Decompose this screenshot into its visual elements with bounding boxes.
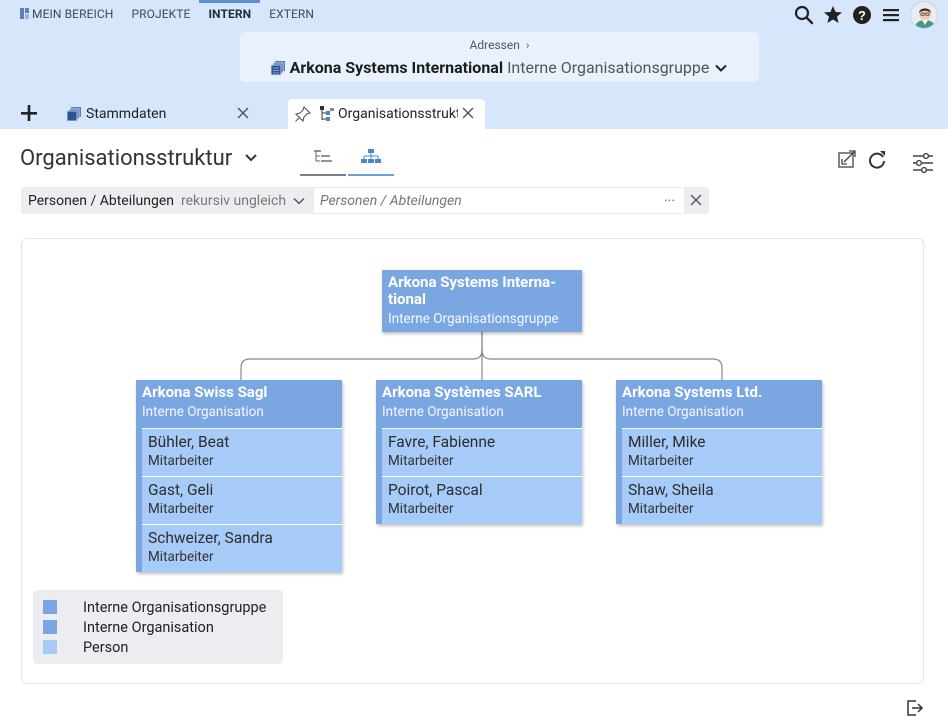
node-type: Interne Organisation [142, 404, 264, 420]
export-icon[interactable] [904, 698, 924, 718]
person-role: Mitarbeiter [148, 549, 214, 565]
legend: Interne Organisationsgruppe Interne Orga… [33, 590, 283, 664]
person-name: Favre, Fabienne [388, 433, 496, 451]
node-name: Arkona Systèmes SARL [382, 383, 542, 401]
org-node-unit[interactable]: Arkona Swiss Sagl Interne Organisation B… [136, 380, 342, 572]
person-role: Mitarbeiter [388, 453, 454, 469]
person-name: Poirot, Pascal [388, 481, 483, 499]
person-node[interactable]: Bühler, Beat Mitarbeiter [142, 428, 342, 476]
person-node[interactable]: Favre, Fabienne Mitarbeiter [382, 428, 582, 476]
node-type: Interne Organisation [382, 404, 504, 420]
node-name: Arkona Systems Ltd. [622, 383, 763, 401]
org-node-unit[interactable]: Arkona Systèmes SARL Interne Organisatio… [376, 380, 582, 524]
person-name: Bühler, Beat [148, 433, 230, 451]
legend-item: Interne Organisation [43, 618, 214, 636]
person-node[interactable]: Shaw, Sheila Mitarbeiter [622, 476, 822, 524]
person-role: Mitarbeiter [628, 453, 694, 469]
person-role: Mitarbeiter [148, 453, 214, 469]
legend-swatch [43, 620, 57, 634]
legend-label: Interne Organisationsgruppe [83, 598, 267, 616]
legend-label: Person [83, 638, 129, 656]
org-node-unit[interactable]: Arkona Systems Ltd. Interne Organisation… [616, 380, 822, 524]
person-name: Shaw, Sheila [628, 481, 714, 499]
node-name: Arkona Swiss Sagl [142, 383, 268, 401]
person-node[interactable]: Poirot, Pascal Mitarbeiter [382, 476, 582, 524]
person-role: Mitarbeiter [388, 501, 454, 517]
person-role: Mitarbeiter [628, 501, 694, 517]
legend-swatch [43, 600, 57, 614]
person-node[interactable]: Schweizer, Sandra Mitarbeiter [142, 524, 342, 572]
person-name: Gast, Geli [148, 481, 214, 499]
legend-label: Interne Organisation [83, 618, 214, 636]
person-role: Mitarbeiter [148, 501, 214, 517]
legend-item: Interne Organisationsgruppe [43, 598, 266, 616]
node-type: Interne Organisation [622, 404, 744, 420]
person-name: Schweizer, Sandra [148, 529, 273, 547]
org-node-root[interactable]: Arkona Systems Interna-tional Interne Or… [382, 270, 582, 332]
person-node[interactable]: Gast, Geli Mitarbeiter [142, 476, 342, 524]
person-name: Miller, Mike [628, 433, 706, 451]
node-name: Arkona Systems Interna-tional [388, 273, 557, 308]
legend-swatch [43, 640, 57, 654]
legend-item: Person [43, 638, 128, 656]
person-node[interactable]: Miller, Mike Mitarbeiter [622, 428, 822, 476]
node-type: Interne Organisationsgruppe [388, 311, 559, 327]
